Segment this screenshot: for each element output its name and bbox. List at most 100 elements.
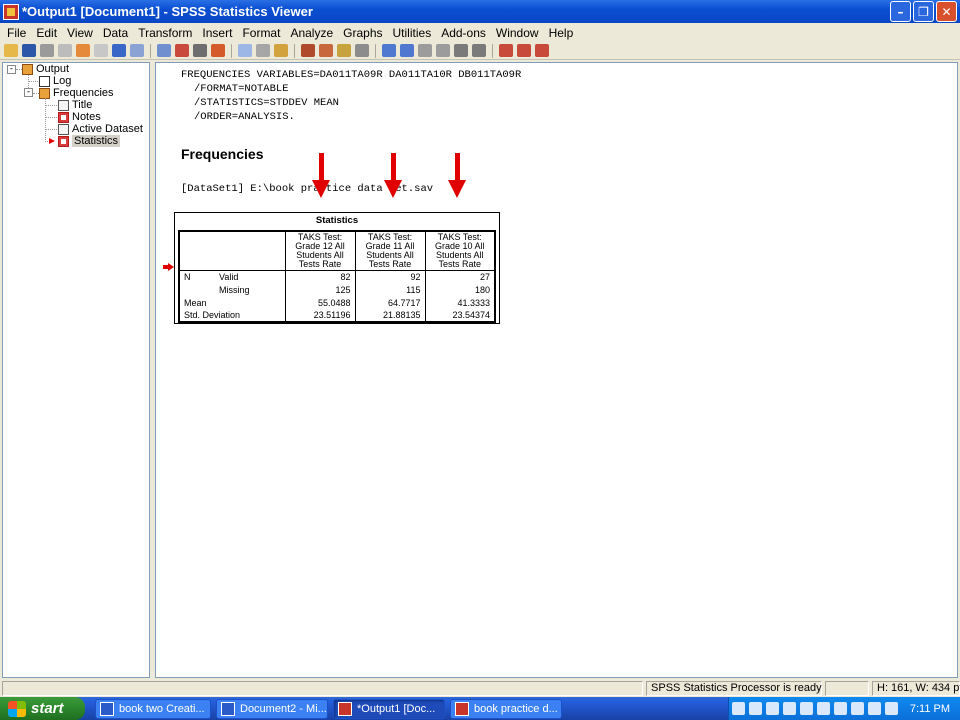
red-down-arrow-icon xyxy=(312,153,330,198)
start-button[interactable]: start xyxy=(0,697,85,720)
active-dataset-icon xyxy=(58,123,69,135)
toolbar-separator xyxy=(231,43,232,58)
frequencies-heading[interactable]: Frequencies xyxy=(181,146,263,162)
menu-utilities[interactable]: Utilities xyxy=(388,26,437,40)
collapse-frequencies-icon[interactable]: - xyxy=(24,88,33,97)
recall-dialog-icon[interactable] xyxy=(94,44,108,57)
hide-icon[interactable] xyxy=(472,44,486,57)
menu-data[interactable]: Data xyxy=(98,26,133,40)
taskbar-item-book-practice[interactable]: book practice d... xyxy=(450,698,562,719)
expand-plus-icon[interactable] xyxy=(418,44,432,57)
pivot-icon[interactable] xyxy=(535,44,549,57)
menu-transform[interactable]: Transform xyxy=(133,26,197,40)
toolbar-separator xyxy=(150,43,151,58)
menu-edit[interactable]: Edit xyxy=(31,26,62,40)
syntax-line-1: FREQUENCIES VARIABLES=DA011TA09R DA011TA… xyxy=(181,69,522,81)
taskbar-item-output1[interactable]: *Output1 [Doc... xyxy=(333,698,445,719)
clock[interactable]: 7:11 PM xyxy=(910,703,950,715)
insert-title-icon[interactable] xyxy=(319,44,333,57)
red-down-arrow-icon xyxy=(448,153,466,198)
goto-case-icon[interactable] xyxy=(175,44,189,57)
cell-missing-grade-11: 115 xyxy=(354,283,425,296)
minimize-button[interactable]: – xyxy=(890,1,911,22)
tree-item-log[interactable]: Log xyxy=(39,75,71,87)
toolbar-separator xyxy=(294,43,295,58)
collapse-minus-icon[interactable] xyxy=(436,44,450,57)
designate-window-icon[interactable] xyxy=(499,44,513,57)
maximize-button[interactable]: ❐ xyxy=(913,1,934,22)
security-icon[interactable] xyxy=(782,702,796,715)
antivirus-icon[interactable] xyxy=(850,702,864,715)
insert-text-icon[interactable] xyxy=(337,44,351,57)
show-icon[interactable] xyxy=(454,44,468,57)
network-icon[interactable] xyxy=(731,702,745,715)
collapse-output-icon[interactable]: - xyxy=(7,65,16,74)
spss-app-icon[interactable] xyxy=(3,3,19,20)
expand-icon[interactable] xyxy=(355,44,369,57)
menu-window[interactable]: Window xyxy=(491,26,544,40)
cell-mean-grade-12: 55.0488 xyxy=(284,296,355,309)
menu-help[interactable]: Help xyxy=(544,26,579,40)
insert-heading-icon[interactable] xyxy=(301,44,315,57)
select-cases-icon[interactable] xyxy=(238,44,252,57)
menu-add-ons[interactable]: Add-ons xyxy=(436,26,491,40)
power-icon[interactable] xyxy=(833,702,847,715)
update-icon[interactable] xyxy=(884,702,898,715)
export-output-icon[interactable] xyxy=(517,44,531,57)
print-preview-icon[interactable] xyxy=(58,44,72,57)
start-label: start xyxy=(31,700,64,717)
undo-icon[interactable] xyxy=(112,44,126,57)
close-icon: ✕ xyxy=(941,4,952,19)
tree-item-output[interactable]: Output xyxy=(22,63,69,75)
cell-valid-grade-10: 27 xyxy=(424,270,495,283)
close-button[interactable]: ✕ xyxy=(936,1,957,22)
outline-pane[interactable]: - Output Log - Frequencies Title Notes A… xyxy=(2,62,150,678)
taskbar-item-document2[interactable]: Document2 - Mi... xyxy=(216,698,328,719)
column-header-grade-10: TAKS Test: Grade 10 All Students All Tes… xyxy=(424,231,495,271)
menu-format[interactable]: Format xyxy=(237,26,285,40)
redo-icon[interactable] xyxy=(130,44,144,57)
statistics-table[interactable]: Statistics TAKS Test: Grade 12 All Stude… xyxy=(174,212,500,324)
wireless-icon[interactable] xyxy=(867,702,881,715)
menu-graphs[interactable]: Graphs xyxy=(338,26,387,40)
export-icon[interactable] xyxy=(76,44,90,57)
system-tray: 7:11 PM xyxy=(728,697,960,720)
save-icon[interactable] xyxy=(22,44,36,57)
tree-label-log: Log xyxy=(53,75,72,87)
menu-file[interactable]: File xyxy=(2,26,31,40)
taskbar-item-label: *Output1 [Doc... xyxy=(357,702,436,715)
display-icon[interactable] xyxy=(748,702,762,715)
contents-pane[interactable]: FREQUENCIES VARIABLES=DA011TA09R DA011TA… xyxy=(155,62,958,678)
bluetooth-icon[interactable] xyxy=(816,702,830,715)
promote-icon[interactable] xyxy=(382,44,396,57)
goto-data-icon[interactable] xyxy=(157,44,171,57)
column-header-grade-11: TAKS Test: Grade 11 All Students All Tes… xyxy=(354,231,425,271)
title-icon xyxy=(58,99,69,111)
menu-analyze[interactable]: Analyze xyxy=(285,26,338,40)
tree-item-notes[interactable]: Notes xyxy=(58,111,101,123)
title-bar[interactable]: *Output1 [Document1] - SPSS Statistics V… xyxy=(0,0,960,23)
word-icon xyxy=(100,701,114,716)
tree-item-frequencies[interactable]: Frequencies xyxy=(39,87,114,99)
cell-mean-grade-10: 41.3333 xyxy=(424,296,495,309)
menu-insert[interactable]: Insert xyxy=(197,26,237,40)
tree-item-title[interactable]: Title xyxy=(58,99,92,111)
tree-label-statistics: Statistics xyxy=(72,135,121,147)
print-icon[interactable] xyxy=(40,44,54,57)
demote-icon[interactable] xyxy=(400,44,414,57)
insert-variable-icon[interactable] xyxy=(211,44,225,57)
variables-icon[interactable] xyxy=(193,44,207,57)
tree-item-statistics[interactable]: Statistics xyxy=(58,135,121,147)
word-icon xyxy=(221,701,235,716)
volume-icon[interactable] xyxy=(799,702,813,715)
value-labels-icon[interactable] xyxy=(256,44,270,57)
menu-view[interactable]: View xyxy=(62,26,98,40)
open-icon[interactable] xyxy=(4,44,18,57)
use-sets-icon[interactable] xyxy=(274,44,288,57)
help-icon[interactable] xyxy=(765,702,779,715)
cell-sd-grade-10: 23.54374 xyxy=(424,309,495,322)
row-label-valid: Valid xyxy=(219,271,239,282)
tree-item-active-dataset[interactable]: Active Dataset xyxy=(58,123,143,135)
cell-sd-grade-12: 23.51196 xyxy=(284,309,355,322)
taskbar-item-book-two[interactable]: book two Creati... xyxy=(95,698,211,719)
